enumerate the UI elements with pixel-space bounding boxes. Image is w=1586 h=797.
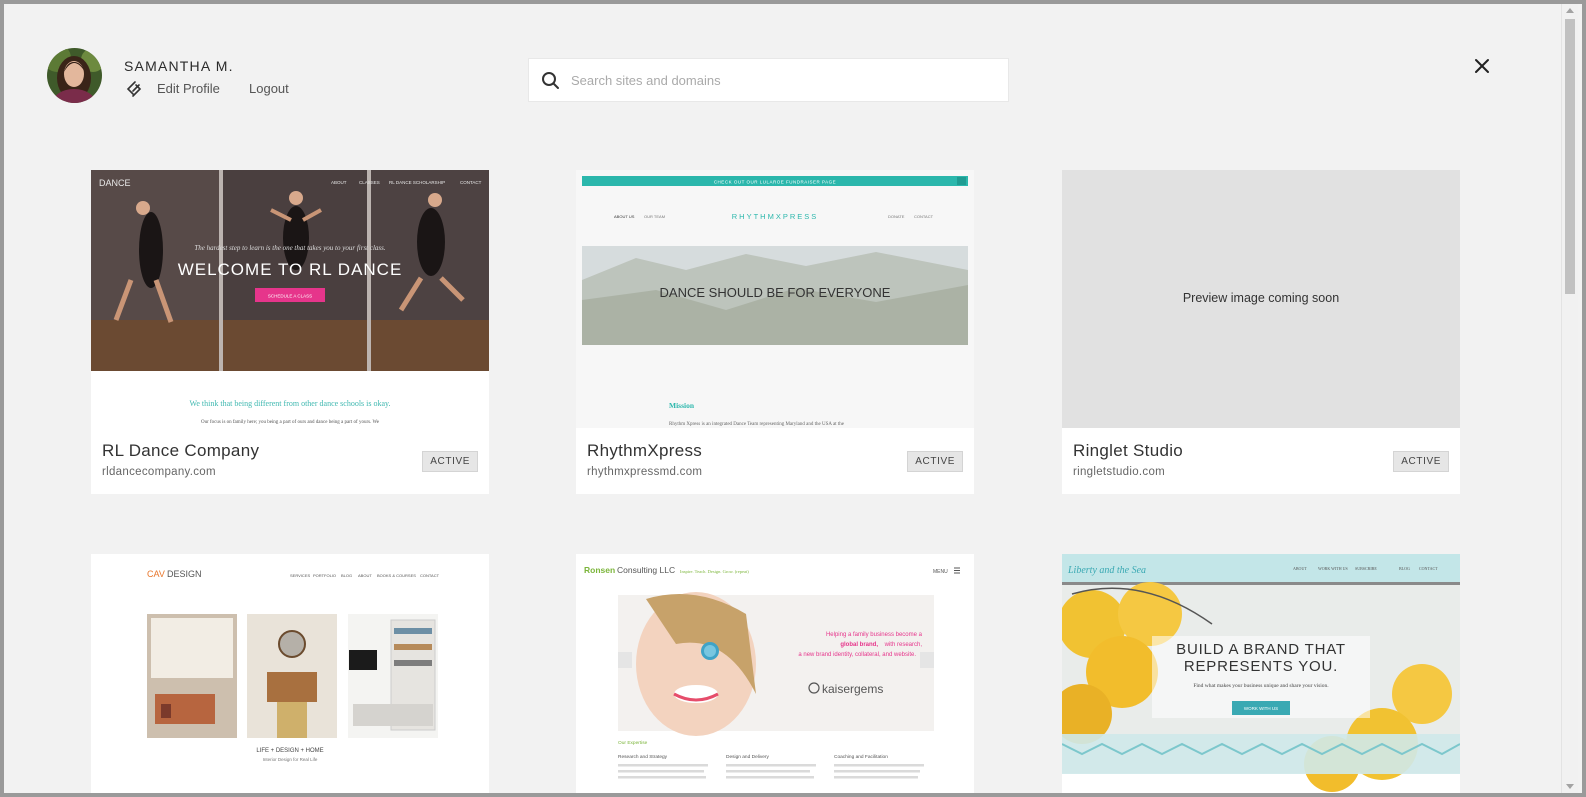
preview-headline: DANCE SHOULD BE FOR EVERYONE [660,285,891,300]
preview-nav-item: DONATE [888,214,905,219]
preview-subheading: We think that being different from other… [189,399,390,408]
site-preview-ronsen-consulting: Ronsen Consulting LLC Inspire. Teach. De… [576,554,974,793]
preview-nav-item: CONTACT [460,180,482,185]
preview-promo-2b: with research, [884,642,923,648]
close-button[interactable] [1472,56,1492,76]
preview-nav-item: WORK WITH US [1318,566,1348,571]
preview-nav-item: ABOUT US [614,214,635,219]
preview-nav-item: ABOUT [1293,566,1307,571]
scroll-up-arrow-icon[interactable] [1566,8,1574,13]
preview-tagline: Find what makes your business unique and… [1193,683,1329,689]
preview-nav-item: PORTFOLIO [313,573,336,578]
preview-promo-3: a new brand identity, collateral, and we… [798,652,916,658]
search-box[interactable] [528,58,1009,102]
preview-placeholder-text: Preview image coming soon [1182,291,1340,305]
logout-link[interactable]: Logout [249,81,289,96]
status-badge: ACTIVE [422,451,478,472]
edit-profile-link[interactable]: Edit Profile [157,81,220,96]
preview-column-title: Research and Strategy [618,754,668,760]
site-title: Ringlet Studio [1073,441,1184,460]
preview-headline-2: REPRESENTS YOU. [1184,658,1338,675]
site-domain: rhythmxpressmd.com [587,466,703,478]
site-card-ringlet-studio[interactable]: Preview image coming soon Ringlet Studio… [1062,170,1460,494]
site-card-rl-dance[interactable]: DANCE ABOUT CLASSES RL DANCE SCHOLARSHIP… [91,170,489,494]
preview-subcaption: Interior Design for Real Life [263,757,318,762]
preview-cta: SCHEDULE A CLASS [268,294,312,299]
preview-body: Our focus is on family here; you being a… [201,420,380,425]
site-card-ronsen-consulting[interactable]: Ronsen Consulting LLC Inspire. Teach. De… [576,554,974,793]
status-badge: ACTIVE [1393,451,1449,472]
scrollbar[interactable] [1561,4,1578,793]
preview-nav-item: BLOG [341,573,352,578]
preview-nav-item: OUR TEAM [644,214,665,219]
preview-logo-b: Consulting LLC [617,565,675,575]
close-icon [1475,59,1489,73]
site-preview-liberty-and-the-sea: Liberty and the Sea ABOUT WORK WITH US S… [1062,554,1460,793]
site-preview-rhythmxpress: CHECK OUT OUR LULAROE FUNDRAISER PAGE AB… [576,170,974,428]
preview-banner: CHECK OUT OUR LULAROE FUNDRAISER PAGE [714,180,836,185]
site-domain: ringletstudio.com [1073,466,1166,478]
preview-nav-item: BOOKS & COURSES [377,573,416,578]
preview-cta: WORK WITH US [1244,706,1278,711]
preview-body: Rhythm Xpress is an integrated Dance Tea… [669,422,845,427]
site-card-cav-design[interactable]: CAV DESIGN SERVICES PORTFOLIO BLOG ABOUT… [91,554,489,793]
preview-headline-1: BUILD A BRAND THAT [1176,641,1346,658]
preview-nav-item: CONTACT [1419,566,1438,571]
preview-tagline: The hardest step to learn is the one tha… [194,244,386,252]
preview-logo-a: CAV [147,569,165,579]
site-preview-rl-dance: DANCE ABOUT CLASSES RL DANCE SCHOLARSHIP… [91,170,489,428]
preview-nav-item: BLOG [1399,566,1410,571]
preview-column-title: Design and Delivery [726,754,770,760]
preview-nav-item: CLASSES [359,180,380,185]
site-preview-cav-design: CAV DESIGN SERVICES PORTFOLIO BLOG ABOUT… [91,554,489,793]
preview-menu: MENU [933,569,948,575]
preview-caption: LIFE + DESIGN + HOME [256,748,323,754]
preview-nav-item: SERVICES [290,573,310,578]
preview-nav-item: ABOUT [331,180,347,185]
preview-section: Our Expertise [618,740,648,746]
site-title: RhythmXpress [587,441,703,460]
status-badge: ACTIVE [907,451,963,472]
preview-headline: WELCOME TO RL DANCE [178,260,403,279]
preview-logo-a: Ronsen [584,565,615,575]
scroll-down-arrow-icon[interactable] [1566,784,1574,789]
preview-nav-item: CONTACT [914,214,934,219]
preview-nav-item: CONTACT [420,573,440,578]
preview-logo: DANCE [99,178,131,188]
site-card-liberty-and-the-sea[interactable]: Liberty and the Sea ABOUT WORK WITH US S… [1062,554,1460,793]
squarespace-logo-icon [125,80,143,98]
preview-tagline: Inspire. Teach. Design. Grow. (repeat) [680,569,749,574]
preview-nav-item: SUBSCRIBE [1355,566,1377,571]
avatar[interactable] [47,48,102,103]
preview-column-title: Coaching and Facilitation [834,754,888,760]
search-icon [542,72,559,89]
preview-promo-2: global brand, [840,642,878,648]
preview-brand: kaisergems [822,682,883,696]
preview-logo-b: DESIGN [167,569,202,579]
preview-section: Mission [669,401,695,410]
preview-promo-1: Helping a family business become a [826,632,923,638]
user-name: SAMANTHA M. [124,58,234,74]
site-picker-panel: SAMANTHA M. Edit Profile Logout Search s… [4,4,1582,793]
search-input[interactable] [571,59,1001,101]
preview-logo: Liberty and the Sea [1067,565,1146,576]
site-domain: rldancecompany.com [102,466,216,478]
preview-nav-item: RL DANCE SCHOLARSHIP [389,180,445,185]
preview-nav-item: ABOUT [358,573,372,578]
site-card-rhythmxpress[interactable]: CHECK OUT OUR LULAROE FUNDRAISER PAGE AB… [576,170,974,494]
scrollbar-thumb[interactable] [1565,19,1575,294]
preview-logo: RHYTHMXPRESS [732,212,819,221]
site-title: RL Dance Company [102,441,260,460]
site-preview-ringlet-studio: Preview image coming soon [1062,170,1460,428]
